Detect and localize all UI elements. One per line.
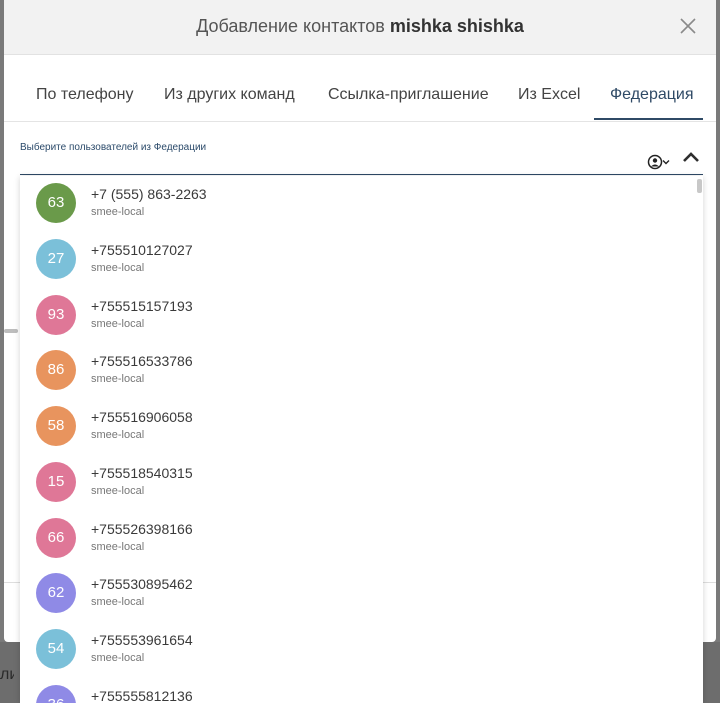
contact-server: smee-local xyxy=(91,206,145,218)
chevron-up-icon[interactable] xyxy=(681,149,701,165)
contact-list-item[interactable]: 58 +755516906058 smee-local xyxy=(20,397,690,453)
contact-avatar: 62 xyxy=(36,573,76,614)
background-partial-text: ли xyxy=(0,666,14,683)
contact-avatar: 86 xyxy=(36,350,76,391)
contact-server: smee-local xyxy=(91,652,145,664)
contact-avatar: 36 xyxy=(36,684,76,703)
source-tabs: По телефону Из других команд Ссылка-приг… xyxy=(4,55,716,122)
contact-server: smee-local xyxy=(91,429,145,441)
contact-phone: +755518540315 xyxy=(91,464,193,481)
federation-select-underline xyxy=(20,174,703,175)
contact-avatar: 15 xyxy=(36,461,76,502)
contact-list-item[interactable]: 15 +755518540315 smee-local xyxy=(20,453,690,509)
contact-list-item[interactable]: 54 +755553961654 smee-local xyxy=(20,620,690,676)
contact-server: smee-local xyxy=(91,540,145,553)
contact-server: smee-local xyxy=(91,261,145,274)
dialog-header: Добавление контактов mishka shishka xyxy=(4,0,716,55)
contact-phone: +755516533786 xyxy=(91,353,193,370)
contact-avatar: 54 xyxy=(36,629,76,669)
tab-from-excel[interactable]: Из Excel xyxy=(518,86,580,104)
contact-avatar: 93 xyxy=(36,294,76,335)
federation-select-label: Выберите пользователей из Федерации xyxy=(20,142,207,153)
contact-list-item[interactable]: 86 +755516533786 smee-local xyxy=(20,341,690,397)
contact-avatar: 63 xyxy=(36,183,76,223)
contact-list-item[interactable]: 36+755555812136smee-local xyxy=(20,676,690,703)
tab-federation[interactable]: Федерация xyxy=(610,86,694,104)
tab-by-phone[interactable]: По телефону xyxy=(36,86,134,104)
contact-list-item[interactable]: 62 +755530895462 smee-local xyxy=(20,564,690,620)
contact-avatar: 58 xyxy=(36,406,76,446)
contact-phone: +755555812136 xyxy=(91,687,193,703)
contact-avatar: 66 xyxy=(36,517,76,558)
list-scrollbar[interactable] xyxy=(697,179,702,193)
contact-phone: +755516906058 xyxy=(91,409,193,425)
tab-from-other-teams[interactable]: Из других команд xyxy=(164,86,295,104)
dialog-title-prefix: Добавление контактов xyxy=(196,16,385,36)
federation-user-list[interactable]: 63 +7 (555) 863-2263 smee-local 27 +75551012… xyxy=(20,176,703,703)
contact-phone: +755530895462 xyxy=(91,576,193,593)
contact-phone: +755526398166 xyxy=(91,520,193,537)
contact-server: smee-local xyxy=(91,317,145,330)
tab-invite-link[interactable]: Ссылка-приглашение xyxy=(328,86,489,104)
contact-phone: +7 (555) 863-2263 xyxy=(91,186,207,202)
user-filter-icon[interactable] xyxy=(647,154,673,170)
contact-list-item[interactable]: 66 +755526398166 smee-local xyxy=(20,509,690,565)
contact-server: smee-local xyxy=(91,596,145,609)
close-icon[interactable] xyxy=(676,14,700,38)
dialog-title: Добавление контактов mishka shishka xyxy=(4,16,716,37)
contact-server: smee-local xyxy=(91,484,145,497)
contact-list-item[interactable]: 27 +755510127027 smee-local xyxy=(20,230,690,286)
contact-list-item[interactable]: 63 +7 (555) 863-2263 smee-local xyxy=(20,176,690,230)
contact-avatar: 27 xyxy=(36,238,76,279)
contact-phone: +755515157193 xyxy=(91,297,193,314)
contact-phone: +755510127027 xyxy=(91,241,193,258)
contact-server: smee-local xyxy=(91,373,145,386)
active-tab-indicator xyxy=(594,118,703,120)
contact-list-item[interactable]: 93 +755515157193 smee-local xyxy=(20,286,690,342)
dialog-title-name: mishka shishka xyxy=(389,16,524,36)
dialog-side-notch xyxy=(4,329,18,333)
contact-phone: +755553961654 xyxy=(91,632,193,648)
